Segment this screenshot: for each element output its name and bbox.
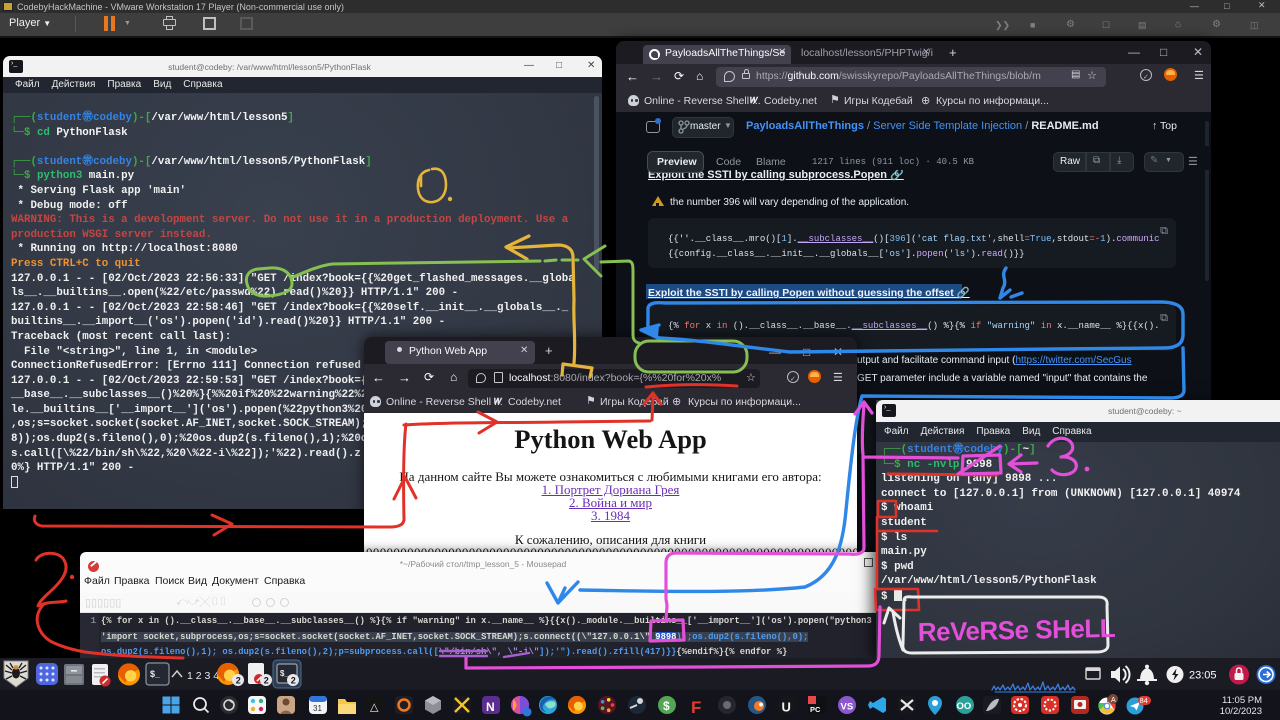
- svg-text:A: A: [1111, 697, 1116, 704]
- svg-text:VS: VS: [841, 702, 854, 713]
- svg-text:$_: $_: [150, 669, 161, 679]
- svg-text:23:05: 23:05: [1189, 670, 1217, 682]
- svg-text:84: 84: [1140, 696, 1148, 705]
- svg-text:△: △: [370, 702, 379, 714]
- svg-text:$: $: [663, 699, 670, 713]
- svg-text:2: 2: [264, 676, 269, 686]
- svg-text:11:05 PM: 11:05 PM: [1222, 695, 1262, 706]
- svg-text:U: U: [782, 700, 791, 715]
- svg-text:OO: OO: [957, 701, 972, 712]
- svg-text:10/2/2023: 10/2/2023: [1220, 706, 1262, 717]
- svg-text:F: F: [691, 698, 701, 717]
- svg-text:1 2 3 4: 1 2 3 4: [187, 670, 219, 682]
- svg-text:2: 2: [236, 676, 241, 686]
- svg-text:31: 31: [313, 704, 322, 713]
- svg-text:N: N: [486, 700, 495, 714]
- svg-text:PC: PC: [810, 705, 821, 714]
- svg-text:2: 2: [291, 676, 296, 686]
